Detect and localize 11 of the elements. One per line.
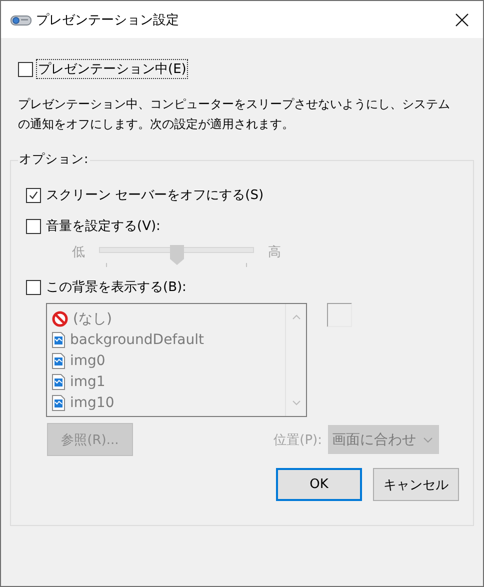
- checkbox-label[interactable]: この背景を表示する(B):: [44, 277, 188, 297]
- position-label: 位置(P):: [274, 432, 322, 448]
- high-label: 高: [268, 244, 281, 261]
- low-label: 低: [72, 244, 85, 261]
- dialog-button[interactable]: キャンセル: [373, 468, 459, 501]
- checkbox-label[interactable]: プレゼンテーション中(E): [36, 59, 188, 79]
- window-title: プレゼンテーション設定: [36, 12, 180, 28]
- description-text: プレゼンテーション中、コンピューターをスリープさせないようにし、システムの通知をオフにします。次の設定が適用されます。: [18, 96, 451, 133]
- dialog-button[interactable]: OK: [276, 468, 362, 501]
- checkbox-label[interactable]: 音量を設定する(V):: [44, 216, 162, 236]
- checkbox-label[interactable]: スクリーン セーバーをオフにする(S): [44, 185, 266, 205]
